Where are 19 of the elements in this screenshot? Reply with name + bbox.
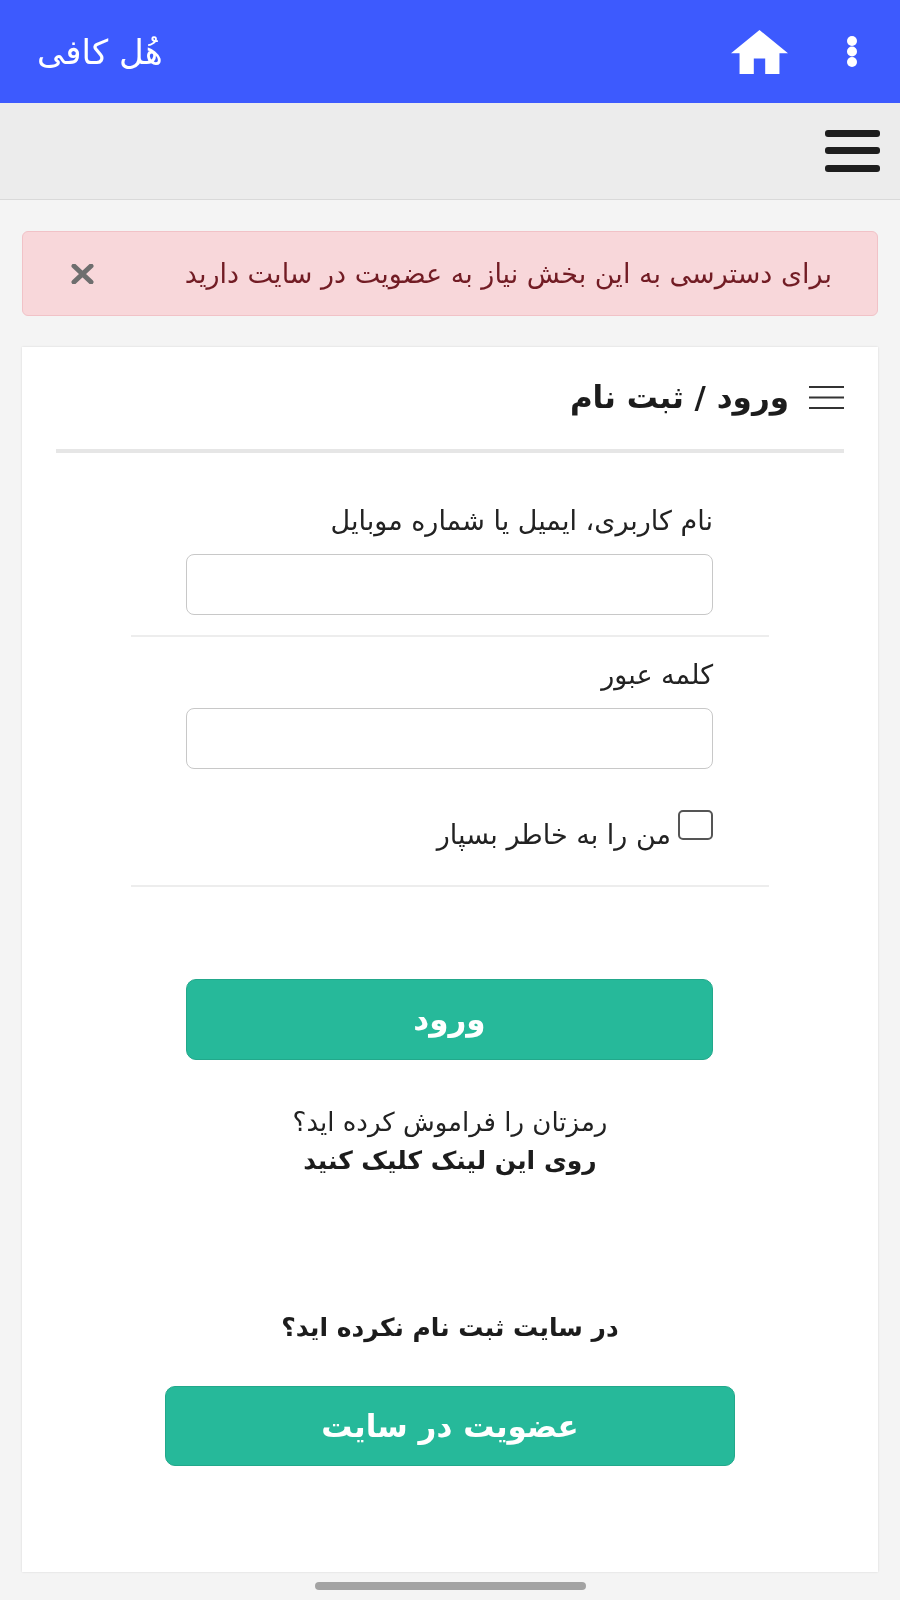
- field-label: کلمه عبور: [601, 658, 713, 692]
- home-icon[interactable]: [731, 29, 788, 74]
- list-icon: [809, 385, 844, 409]
- forgot-password-text: رمزتان را فراموش کرده اید؟: [292, 1106, 608, 1139]
- card-title: ورود / ثبت نام: [569, 378, 789, 417]
- app-title: هُل کافی: [37, 34, 163, 69]
- close-icon[interactable]: [71, 263, 94, 284]
- input-field[interactable]: [186, 554, 713, 615]
- field-label: نام کاربری، ایمیل یا شماره موبایل: [330, 504, 713, 538]
- input-field[interactable]: [186, 708, 713, 769]
- signup-prompt: در سایت ثبت نام نکرده اید؟: [281, 1312, 619, 1345]
- signup-button[interactable]: عضویت در سایت: [165, 1386, 735, 1466]
- menu-icon[interactable]: [825, 130, 880, 172]
- more-menu-icon[interactable]: [846, 36, 858, 67]
- alert-message: برای دسترسی به این بخش نیاز به عضویت در سایت دارید: [184, 256, 832, 292]
- checkbox[interactable]: [678, 810, 713, 840]
- remember-me-label: من را به خاطر بسپار: [436, 818, 671, 852]
- login-button[interactable]: ورود: [186, 979, 713, 1060]
- forgot-password-link[interactable]: روی این لینک کلیک کنید: [303, 1144, 597, 1178]
